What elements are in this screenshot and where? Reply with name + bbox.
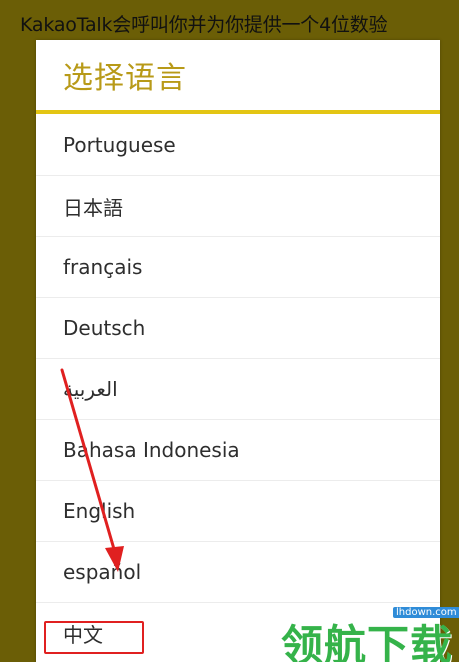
language-option-japanese[interactable]: 日本語: [36, 176, 440, 237]
language-dialog: 选择语言 Portuguese 日本語 français Deutsch الع…: [36, 40, 440, 662]
language-option-portuguese[interactable]: Portuguese: [36, 114, 440, 176]
chinese-highlight-box: [44, 621, 144, 654]
language-option-french[interactable]: français: [36, 237, 440, 298]
dialog-title: 选择语言: [36, 40, 440, 114]
screen: KakaoTalk会呼叫你并为你提供一个4位数验 选择语言 Portuguese…: [0, 0, 459, 662]
watermark-site: lhdown.com: [393, 607, 459, 618]
language-option-spanish[interactable]: español: [36, 542, 440, 603]
watermark-logo: 领航下载: [281, 621, 454, 662]
language-option-german[interactable]: Deutsch: [36, 298, 440, 359]
language-option-indonesian[interactable]: Bahasa Indonesia: [36, 420, 440, 481]
language-list: Portuguese 日本語 français Deutsch العربية …: [36, 114, 440, 662]
language-option-english[interactable]: English: [36, 481, 440, 542]
background-verification-text: KakaoTalk会呼叫你并为你提供一个4位数验: [20, 14, 388, 36]
language-option-arabic[interactable]: العربية: [36, 359, 440, 420]
